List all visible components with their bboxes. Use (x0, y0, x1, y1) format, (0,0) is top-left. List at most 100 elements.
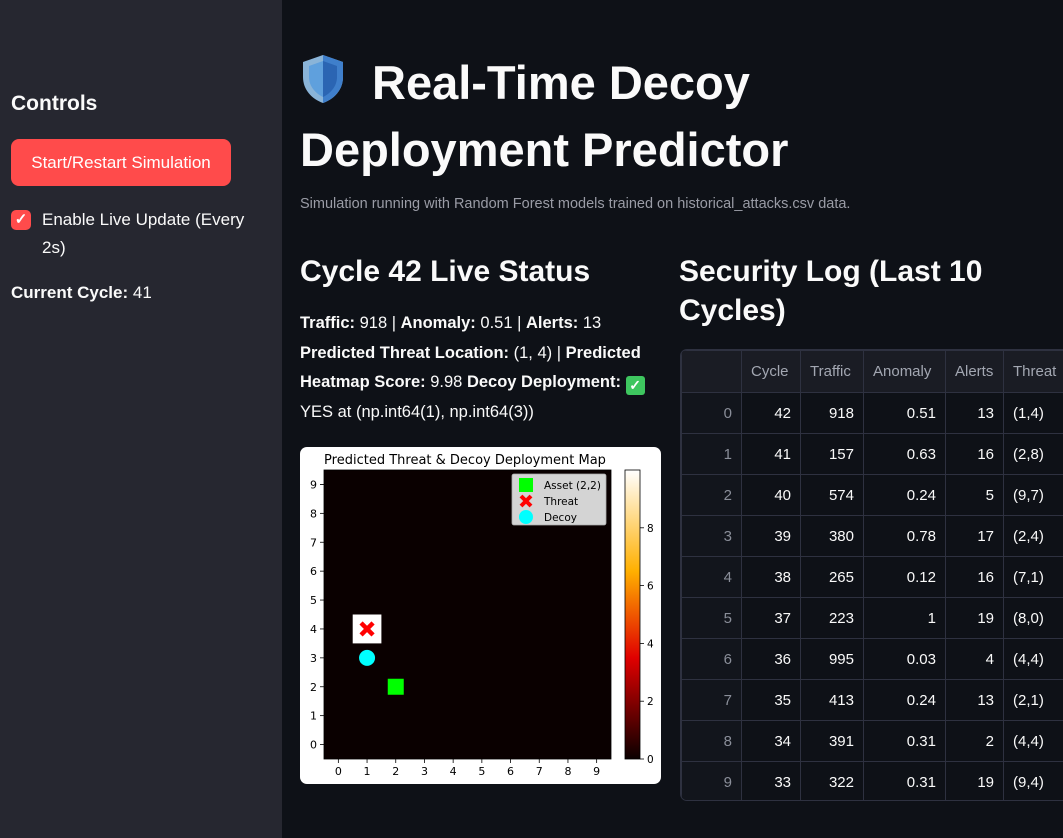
legend-decoy-swatch (519, 510, 533, 524)
cycle-cell: 34 (741, 720, 801, 762)
y-tick-label: 3 (310, 652, 317, 665)
anomaly-cell: 0.78 (863, 515, 946, 557)
traffic-cell: 223 (800, 597, 864, 639)
log-heading: Security Log (Last 10 Cycles) (679, 255, 983, 327)
anomaly-cell: 0.03 (863, 638, 946, 680)
traffic-cell: 322 (800, 761, 864, 800)
x-tick-label: 3 (421, 765, 428, 778)
status-heading: Cycle 42 Live Status (300, 255, 591, 288)
row-index: 5 (681, 597, 742, 639)
anomaly-cell: 0.12 (863, 556, 946, 598)
y-tick-label: 6 (310, 565, 317, 578)
table-row: 4 38 265 0.12 16 (7,1) (681, 556, 1063, 598)
threat-cell: (4,4) (1003, 720, 1063, 762)
threat-cell: (9,7) (1003, 474, 1063, 516)
alerts-label: Alerts: (525, 314, 579, 332)
traffic-cell: 995 (800, 638, 864, 680)
row-index: 4 (681, 556, 742, 598)
alerts-cell: 17 (945, 515, 1004, 557)
alerts-cell: 5 (945, 474, 1004, 516)
decoy-label: Decoy Deployment: (466, 373, 621, 391)
main-content: Real-Time Decoy Deployment Predictor Sim… (282, 0, 1063, 838)
alerts-value: 13 (582, 314, 602, 332)
cycle-cell: 39 (741, 515, 801, 557)
sidebar: Controls Start/Restart Simulation ✓ Enab… (0, 0, 282, 838)
traffic-cell: 918 (800, 392, 864, 434)
cycle-cell: 41 (741, 433, 801, 475)
x-tick-label: 8 (564, 765, 571, 778)
table-row: 3 39 380 0.78 17 (2,4) (681, 515, 1063, 557)
row-index: 9 (681, 761, 742, 800)
alerts-cell: 13 (945, 679, 1004, 721)
colorbar (624, 469, 641, 760)
current-cycle-label: Current Cycle: (11, 283, 129, 302)
colorbar-tick-label: 2 (647, 696, 654, 708)
cycle-cell: 40 (741, 474, 801, 516)
column-header-alerts[interactable]: Alerts (945, 350, 1004, 393)
decoy-value: YES at (np.int64(1), np.int64(3)) (300, 402, 534, 421)
anomaly-cell: 0.31 (863, 720, 946, 762)
checkbox-checked-icon[interactable]: ✓ (11, 210, 31, 230)
y-tick-label: 2 (310, 681, 317, 694)
alerts-cell: 16 (945, 433, 1004, 475)
sidebar-title: Controls (11, 92, 98, 115)
column-header-index[interactable] (681, 350, 742, 393)
current-cycle-value: 41 (132, 283, 152, 302)
row-index: 0 (681, 392, 742, 434)
page-title-text: Real-Time Decoy Deployment Predictor (300, 56, 789, 176)
alerts-cell: 16 (945, 556, 1004, 598)
table-row: 8 34 391 0.31 2 (4,4) (681, 720, 1063, 762)
anomaly-cell: 0.24 (863, 474, 946, 516)
legend-label: Threat (543, 496, 578, 508)
y-tick-label: 8 (310, 507, 317, 520)
cycle-cell: 42 (741, 392, 801, 434)
x-tick-label: 1 (364, 765, 371, 778)
alerts-cell: 19 (945, 597, 1004, 639)
column-header-anomaly[interactable]: Anomaly (863, 350, 946, 393)
anomaly-label: Anomaly: (400, 314, 476, 332)
traffic-cell: 157 (800, 433, 864, 475)
anomaly-value: 0.51 (480, 314, 513, 332)
anomaly-cell: 0.31 (863, 761, 946, 800)
table-row: 5 37 223 1 19 (8,0) (681, 597, 1063, 639)
table-header-row: Cycle Traffic Anomaly Alerts Threat (681, 350, 1063, 393)
y-tick-label: 1 (310, 710, 317, 723)
y-tick-label: 4 (310, 623, 317, 636)
y-tick-label: 7 (310, 536, 317, 549)
x-tick-label: 4 (450, 765, 457, 778)
x-tick-label: 6 (507, 765, 514, 778)
table-row: 7 35 413 0.24 13 (2,1) (681, 679, 1063, 721)
security-log-table[interactable]: Cycle Traffic Anomaly Alerts Threat 0 42 9… (680, 349, 1063, 801)
row-index: 3 (681, 515, 742, 557)
threat-cell: (8,0) (1003, 597, 1063, 639)
threat-cell: (2,8) (1003, 433, 1063, 475)
x-tick-label: 2 (392, 765, 399, 778)
cycle-cell: 37 (741, 597, 801, 639)
alerts-cell: 2 (945, 720, 1004, 762)
page-title: Real-Time Decoy Deployment Predictor (300, 52, 1000, 180)
cycle-cell: 35 (741, 679, 801, 721)
traffic-label: Traffic: (300, 314, 356, 332)
decoy-marker (359, 649, 376, 666)
threat-cell: (2,1) (1003, 679, 1063, 721)
column-header-cycle[interactable]: Cycle (741, 350, 801, 393)
traffic-value: 918 (359, 314, 388, 332)
threat-cell: (9,4) (1003, 761, 1063, 800)
alerts-cell: 13 (945, 392, 1004, 434)
traffic-cell: 380 (800, 515, 864, 557)
column-header-traffic[interactable]: Traffic (800, 350, 864, 393)
live-update-label[interactable]: Enable Live Update (Every 2s) (42, 206, 267, 262)
colorbar-tick-label: 6 (647, 581, 654, 593)
shield-icon (300, 53, 346, 119)
row-index: 8 (681, 720, 742, 762)
start-restart-button[interactable]: Start/Restart Simulation (11, 139, 231, 186)
status-text: Traffic: 918 | Anomaly: 0.51 | Alerts: 1… (300, 309, 660, 427)
threat-cell: (2,4) (1003, 515, 1063, 557)
threat-map-chart: Predicted Threat & Decoy Deployment Map 0… (300, 447, 661, 784)
anomaly-cell: 0.63 (863, 433, 946, 475)
anomaly-cell: 0.51 (863, 392, 946, 434)
anomaly-cell: 1 (863, 597, 946, 639)
location-value: (1, 4) (513, 343, 553, 362)
column-header-threat[interactable]: Threat (1003, 350, 1063, 393)
table-row: 6 36 995 0.03 4 (4,4) (681, 638, 1063, 680)
